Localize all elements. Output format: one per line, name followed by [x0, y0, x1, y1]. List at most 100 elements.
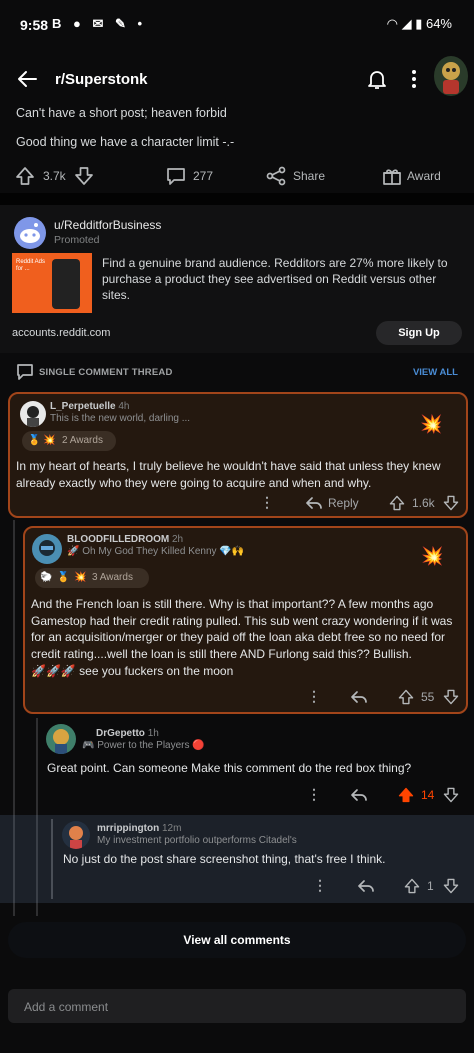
username[interactable]: BLOODFILLEDROOM — [67, 534, 169, 545]
more-options-icon[interactable]: ⋮ — [307, 688, 321, 705]
comment-actions: ⋮ 1 — [0, 877, 474, 897]
username[interactable]: DrGepetto — [96, 728, 145, 739]
ad-description: Find a genuine brand audience. Redditors… — [102, 256, 448, 302]
comment-body-line2: 🚀🚀🚀 see you fuckers on the moon — [31, 664, 234, 678]
more-options-icon[interactable]: ⋮ — [307, 786, 321, 803]
reply-icon[interactable] — [304, 495, 322, 511]
comment-body: Great point. Can someone Make this comme… — [47, 761, 412, 775]
advertiser-avatar — [14, 217, 46, 249]
promoted-ad[interactable]: u/RedditforBusiness Promoted Reddit Ads … — [0, 205, 474, 353]
commenter-avatar[interactable] — [62, 821, 90, 849]
upvote-icon-active[interactable] — [397, 786, 415, 804]
comment-body: And the French loan is still there. Why … — [31, 597, 453, 661]
divider — [0, 193, 474, 205]
downvote-icon[interactable] — [442, 494, 460, 512]
comment-author[interactable]: DrGepetto 1h — [96, 728, 159, 739]
overflow-menu-icon[interactable] — [405, 66, 423, 92]
comment-author[interactable]: BLOODFILLEDROOM 2h — [67, 534, 183, 545]
user-flair: My investment portfolio outperforms Cita… — [97, 835, 297, 846]
comment-actions: ⋮ 14 — [40, 786, 470, 806]
award-icon: 🐑 — [40, 572, 53, 583]
back-arrow-icon[interactable] — [14, 66, 40, 92]
comment-highlighted[interactable]: BLOODFILLEDROOM 2h 🚀 Oh My God They Kill… — [23, 526, 468, 714]
subreddit-title[interactable]: r/Superstonk — [55, 71, 148, 88]
commenter-avatar[interactable] — [20, 401, 46, 427]
advertiser-name[interactable]: u/RedditforBusiness — [54, 218, 161, 232]
comment-body: In my heart of hearts, I truly believe h… — [16, 459, 441, 490]
commenter-avatar[interactable] — [46, 724, 76, 754]
comment-score: 1.6k — [412, 496, 435, 510]
award-button[interactable]: Award — [407, 169, 441, 183]
comment-actions: ⋮ Reply 1.6k — [10, 494, 470, 514]
top-app-bar: r/Superstonk — [0, 52, 474, 106]
ad-image-text: Reddit Ads for ... — [16, 259, 46, 272]
award-icon[interactable] — [381, 165, 403, 187]
comment-count[interactable]: 277 — [193, 169, 213, 183]
award-badge-icon: 💥 — [420, 414, 443, 434]
more-options-icon[interactable]: ⋮ — [260, 494, 274, 511]
commenter-avatar[interactable] — [32, 534, 62, 564]
rocket-award-icon: 💥 — [74, 572, 87, 583]
upvote-icon[interactable] — [397, 688, 415, 706]
gold-award-icon: 🏅 — [57, 572, 70, 583]
comment-author[interactable]: L_Perpetuelle 4h — [50, 401, 130, 412]
comment-icon[interactable] — [165, 165, 187, 187]
upvote-icon[interactable] — [403, 877, 421, 895]
awards-pill[interactable]: 🐑 🏅 💥 3 Awards — [35, 568, 149, 588]
view-all-comments-button[interactable]: View all comments — [8, 922, 466, 958]
signal-icon: ◢ — [401, 16, 412, 31]
thread-label: SINGLE COMMENT THREAD — [39, 367, 173, 378]
ad-domain[interactable]: accounts.reddit.com — [12, 327, 110, 339]
downvote-icon[interactable] — [73, 165, 95, 187]
comment-body: No just do the post share screenshot thi… — [63, 852, 386, 866]
upvote-icon[interactable] — [14, 165, 36, 187]
comment-score: 14 — [421, 788, 435, 802]
comment-context[interactable]: mrrippington 12m My investment portfolio… — [0, 815, 474, 903]
comment-highlighted[interactable]: L_Perpetuelle 4h This is the new world, … — [8, 392, 468, 518]
comment-actions: ⋮ 55 — [25, 688, 470, 708]
comment-time: 1h — [147, 728, 159, 739]
wifi-icon: ◠ — [386, 16, 398, 31]
comment-time: 12m — [162, 823, 182, 834]
post-score: 3.7k — [43, 169, 66, 183]
user-flair: 🎮 Power to the Players 🔴 — [82, 740, 205, 751]
sign-up-button[interactable]: Sign Up — [376, 321, 462, 345]
reply-icon[interactable] — [349, 787, 367, 803]
thread-header: SINGLE COMMENT THREAD VIEW ALL — [0, 357, 474, 387]
share-button[interactable]: Share — [293, 169, 325, 183]
downvote-icon[interactable] — [442, 688, 460, 706]
view-all-link[interactable]: VIEW ALL — [413, 367, 458, 378]
bell-icon[interactable] — [364, 66, 390, 92]
gold-award-icon: 🏅 — [28, 435, 41, 446]
comment-score: 1 — [427, 879, 434, 893]
post-body-line: Good thing we have a character limit -.- — [16, 135, 235, 149]
rocket-award-icon: 💥 — [43, 435, 56, 446]
more-options-icon[interactable]: ⋮ — [313, 877, 327, 894]
downvote-icon[interactable] — [442, 877, 460, 895]
awards-pill[interactable]: 🏅 💥 2 Awards — [22, 431, 116, 451]
award-count: 2 Awards — [62, 435, 103, 446]
award-badge-icon: 💥 — [421, 546, 444, 566]
status-right: ◠ ◢ ▮ 64% — [387, 16, 452, 32]
add-comment-input[interactable]: Add a comment — [8, 989, 466, 1023]
upvote-icon[interactable] — [388, 494, 406, 512]
add-comment-placeholder: Add a comment — [24, 1000, 109, 1014]
reply-button[interactable]: Reply — [328, 496, 359, 510]
username[interactable]: mrrippington — [97, 823, 159, 834]
comment-author[interactable]: mrrippington 12m — [97, 823, 181, 834]
user-flair: 🚀 Oh My God They Killed Kenny 💎🙌 — [67, 546, 245, 557]
reply-icon[interactable] — [356, 878, 374, 894]
award-count: 3 Awards — [92, 572, 133, 583]
downvote-icon[interactable] — [442, 786, 460, 804]
comment-thread-icon — [17, 364, 33, 380]
reply-icon[interactable] — [349, 689, 367, 705]
user-avatar[interactable] — [434, 56, 468, 96]
status-bar: 9:58 B ● ✉ ✎ • ◠ ◢ ▮ 64% — [0, 0, 474, 52]
username[interactable]: L_Perpetuelle — [50, 401, 116, 412]
battery-icon: ▮ — [415, 16, 423, 31]
comment[interactable]: DrGepetto 1h 🎮 Power to the Players 🔴 Gr… — [40, 722, 470, 810]
ad-image[interactable]: Reddit Ads for ... — [12, 253, 92, 313]
phone-graphic — [52, 259, 80, 309]
share-icon[interactable] — [265, 165, 287, 187]
battery-level: 64% — [425, 16, 452, 31]
